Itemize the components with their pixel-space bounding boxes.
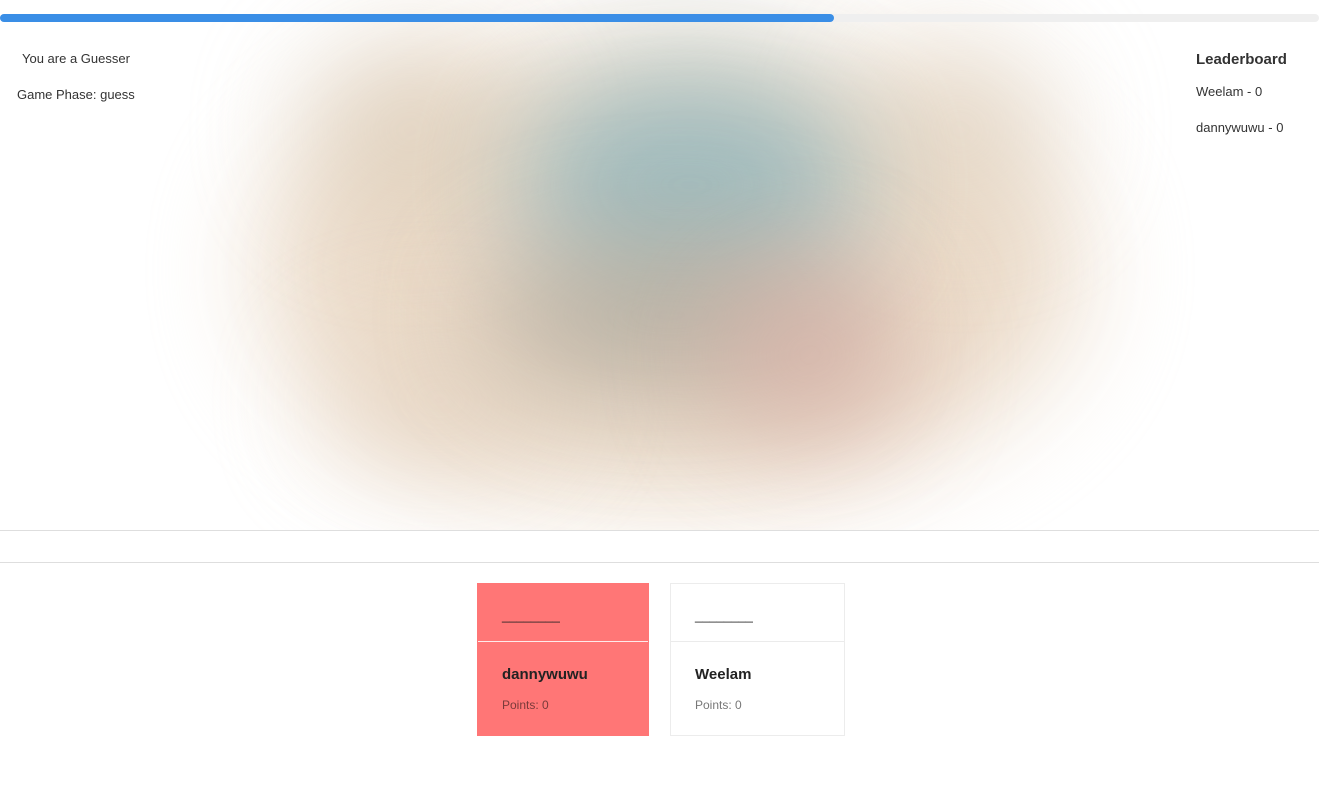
player-points: Points: 0	[502, 698, 549, 712]
round-progress-bar	[0, 14, 1319, 22]
leaderboard-entry: dannywuwu - 0	[1196, 120, 1284, 135]
leaderboard-entry: Weelam - 0	[1196, 84, 1263, 99]
player-guess-blank: ________	[502, 608, 560, 623]
game-phase-label: Game Phase: guess	[17, 87, 135, 102]
divider	[0, 562, 1319, 563]
player-card: ________ Weelam Points: 0	[670, 583, 845, 736]
divider	[0, 530, 1319, 531]
player-card: ________ dannywuwu Points: 0	[477, 583, 649, 736]
player-card-header: ________	[671, 584, 844, 642]
player-guess-blank: ________	[695, 608, 753, 623]
player-card-header: ________	[478, 584, 648, 642]
leaderboard: Leaderboard Weelam - 0 dannywuwu - 0	[1196, 50, 1316, 156]
leaderboard-title: Leaderboard	[1196, 51, 1287, 68]
round-progress-fill	[0, 14, 834, 22]
role-label: You are a Guesser	[22, 51, 130, 66]
blur-blob	[300, 40, 520, 220]
blur-blob	[710, 270, 910, 440]
player-name: Weelam	[695, 666, 752, 683]
blur-blob	[860, 40, 1060, 220]
blurred-image-area	[0, 0, 1319, 530]
player-points: Points: 0	[695, 698, 742, 712]
player-name: dannywuwu	[502, 666, 588, 683]
game-screen: You are a Guesser Game Phase: guess Lead…	[0, 0, 1319, 788]
